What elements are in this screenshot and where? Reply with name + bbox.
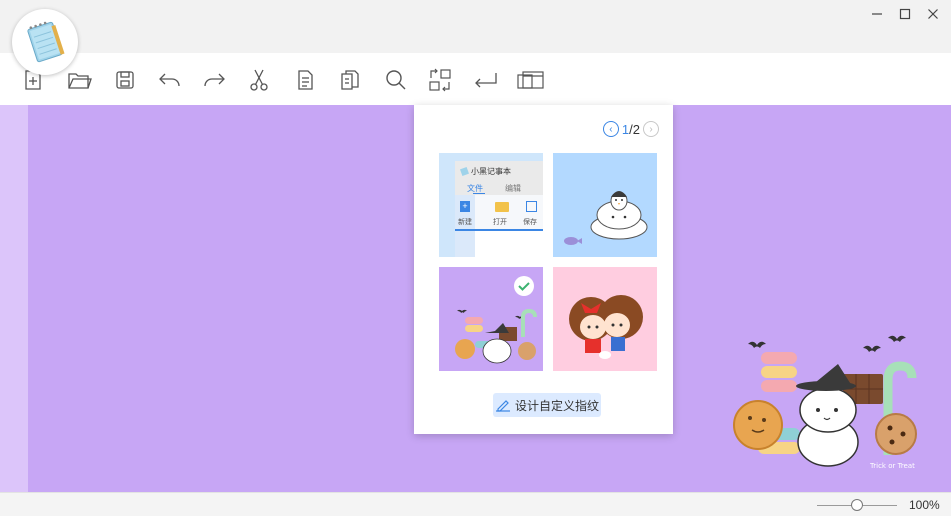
enter-icon: [475, 73, 497, 88]
app-logo: [12, 9, 78, 75]
minimize-icon: [872, 13, 882, 15]
design-button-label: 设计自定义指纹: [514, 398, 599, 413]
skin-button[interactable]: [516, 65, 546, 95]
save-icon: [526, 201, 537, 212]
redo-icon: [204, 73, 225, 87]
pen-icon: [495, 400, 510, 412]
paste-button[interactable]: [335, 65, 365, 95]
maximize-button[interactable]: [894, 4, 916, 24]
notepad-icon: [460, 167, 469, 176]
notepad-icon: [27, 21, 65, 63]
search-icon: [386, 70, 406, 90]
save-button[interactable]: [110, 65, 140, 95]
maximize-icon: [899, 8, 911, 20]
skin-panel: ‹ 1/2 › 小黑记事本 文件 编辑 + 新建 打开 保存 设计自定义指纹: [414, 105, 673, 434]
undo-icon: [159, 73, 180, 87]
document-icon: [298, 70, 313, 90]
wrap-button[interactable]: [470, 65, 500, 95]
halloween-illustration: Trick or Treat: [733, 335, 917, 470]
save-icon: [116, 71, 134, 89]
replace-icon: [429, 68, 451, 92]
zoom-slider-thumb[interactable]: [851, 499, 863, 511]
design-custom-skin-button[interactable]: 设计自定义指纹: [493, 393, 601, 417]
thumb-title: 小黑记事本: [471, 167, 511, 176]
minimize-button[interactable]: [866, 4, 888, 24]
cut-button[interactable]: [244, 65, 274, 95]
page-total: /2: [629, 121, 640, 137]
thumb-btn-open: 打开: [493, 219, 507, 226]
page-indicator: 1/2: [622, 122, 640, 137]
folder-icon: [495, 202, 509, 212]
close-button[interactable]: [922, 4, 944, 24]
selected-check-icon: [514, 276, 534, 296]
documents-icon: [341, 70, 359, 90]
couple-illustration: [569, 295, 643, 359]
title-bar: [0, 0, 951, 53]
skin-thumb-couple[interactable]: [553, 267, 657, 371]
thumb-tab-underline: [473, 193, 485, 194]
pager: ‹ 1/2 ›: [602, 121, 659, 137]
chevron-right-icon: ›: [649, 123, 653, 135]
new-file-icon: +: [460, 201, 470, 212]
replace-button[interactable]: [425, 65, 455, 95]
thumb-btn-new: 新建: [458, 219, 472, 226]
scissors-icon: [250, 69, 268, 91]
toolbar: [0, 53, 951, 106]
redo-button[interactable]: [199, 65, 229, 95]
thumb-btn-save: 保存: [523, 219, 537, 226]
close-icon: [928, 9, 938, 19]
skin-thumb-halloween[interactable]: [439, 267, 543, 371]
undo-button[interactable]: [155, 65, 185, 95]
prev-page-button[interactable]: ‹: [602, 121, 619, 137]
watermark-text: Trick or Treat: [869, 462, 915, 470]
thumb-tab-edit: 编辑: [505, 184, 521, 193]
skin-thumb-penguin[interactable]: [553, 153, 657, 257]
zoom-level: 100%: [909, 498, 940, 512]
penguin-illustration: [564, 191, 648, 245]
chevron-left-icon: ‹: [609, 123, 613, 135]
skin-thumb-default[interactable]: 小黑记事本 文件 编辑 + 新建 打开 保存: [439, 153, 543, 257]
find-button[interactable]: [381, 65, 411, 95]
thumb-title-row: 小黑记事本: [460, 166, 511, 177]
thumb-gutter: [455, 231, 475, 257]
open-button[interactable]: [65, 65, 95, 95]
folder-open-icon: [68, 73, 92, 89]
status-bar: 100%: [0, 492, 951, 516]
next-page-button[interactable]: ›: [643, 121, 659, 137]
line-gutter: [0, 105, 28, 492]
checkmark-icon: [518, 282, 530, 291]
windows-icon: [517, 71, 544, 89]
copy-button[interactable]: [290, 65, 320, 95]
